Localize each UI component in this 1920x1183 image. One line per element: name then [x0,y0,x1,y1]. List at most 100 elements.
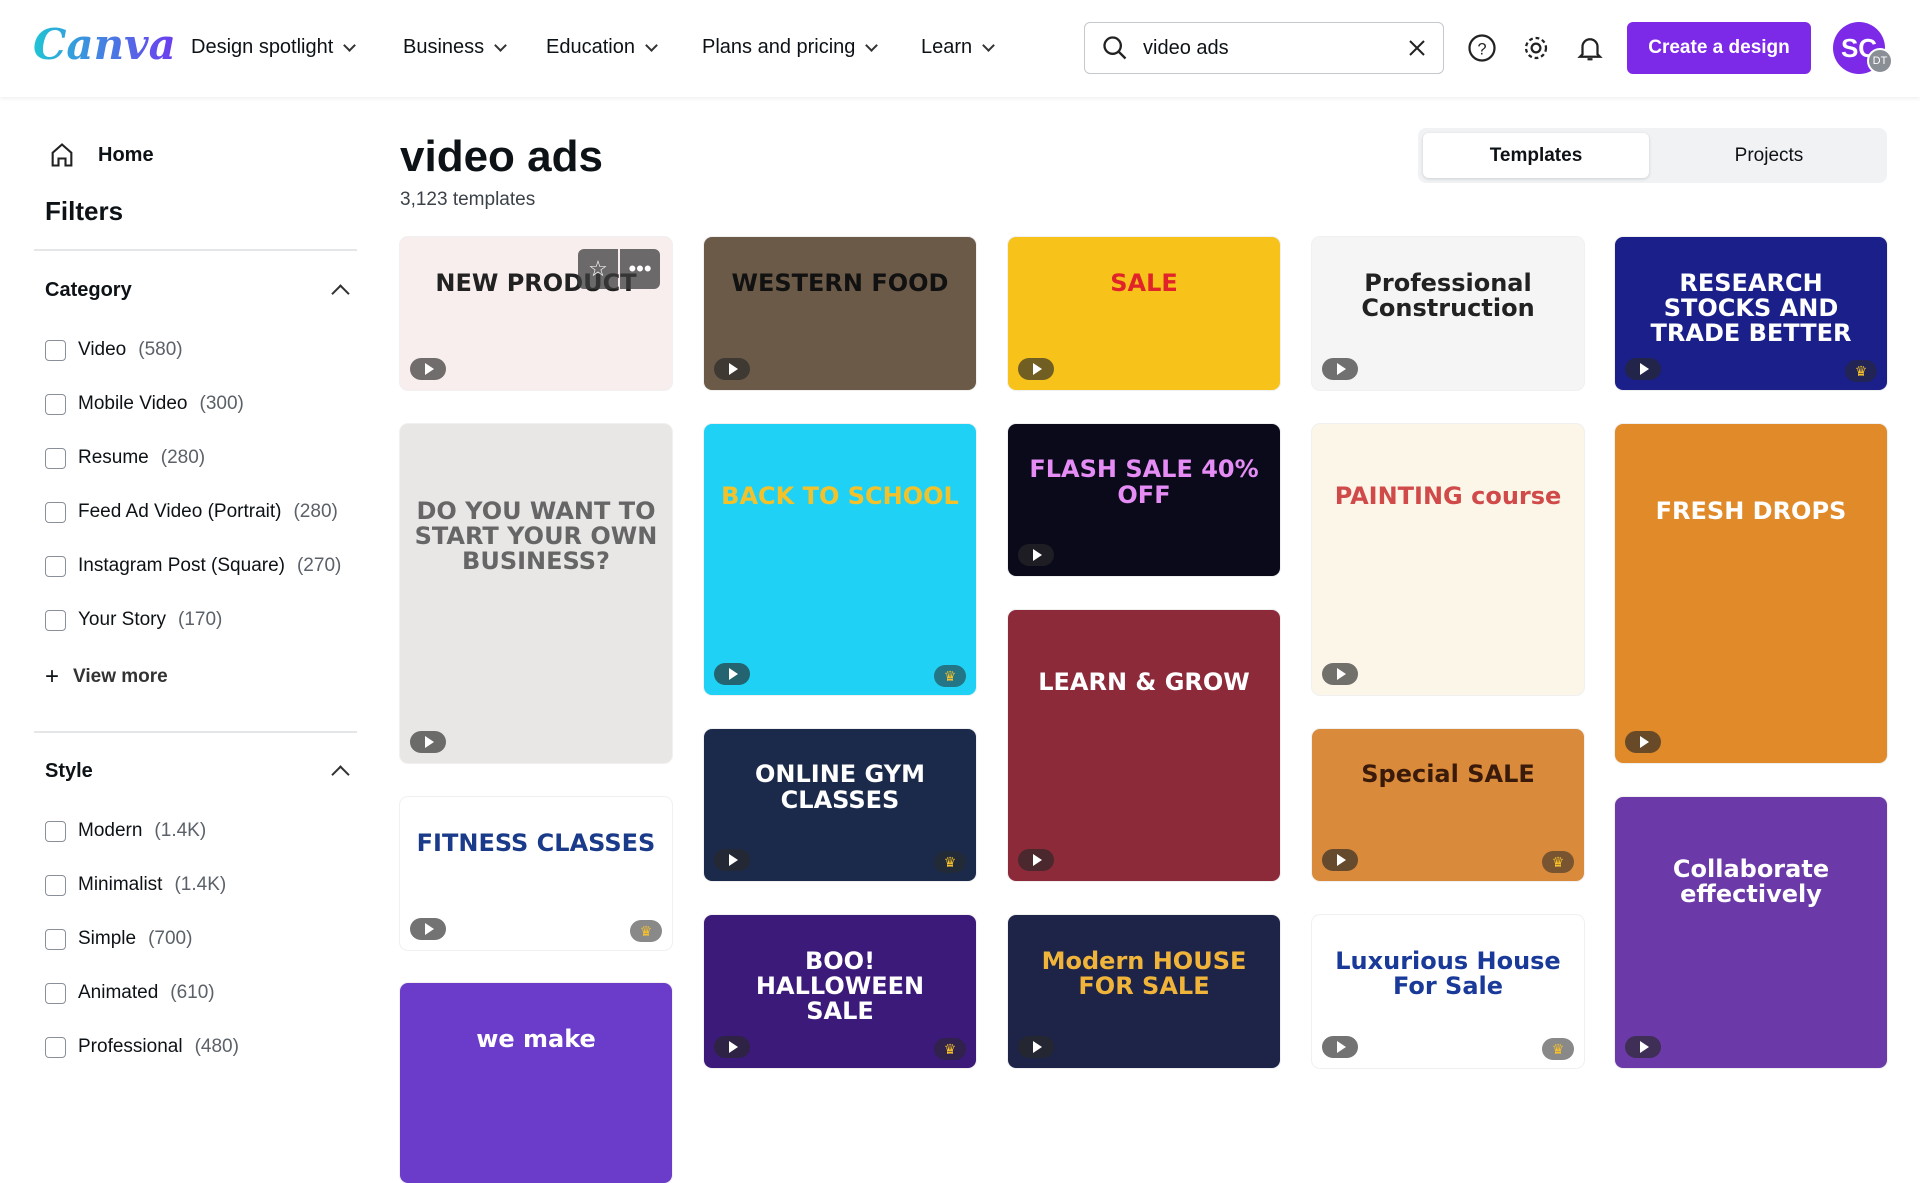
template-headline: Modern HOUSE FOR SALE [1041,946,1247,1000]
checkbox[interactable] [45,447,66,469]
checkbox[interactable] [45,1036,66,1058]
video-play-icon [1018,544,1054,566]
style-section-toggle[interactable]: Style [45,760,357,784]
star-favorite-icon[interactable]: ☆ [578,249,618,289]
template-card[interactable]: RESEARCH STOCKS AND TRADE BETTER ♛ [1615,237,1887,390]
template-headline: Collaborate effectively [1672,854,1830,908]
video-play-icon [410,918,446,940]
filter-option[interactable]: Animated (610) [45,982,215,1004]
tab-templates[interactable]: Templates [1423,133,1649,178]
filter-count: (280) [160,447,206,468]
create-design-button[interactable]: Create a design [1627,22,1811,74]
filter-option[interactable]: Feed Ad Video (Portrait) (280) [45,501,338,523]
template-card[interactable]: DO YOU WANT TO START YOUR OWN BUSINESS? [400,424,672,763]
filter-label: Mobile Video [78,393,188,414]
filter-option[interactable]: Your Story (170) [45,609,222,631]
filter-label: Simple [78,928,137,949]
nav-plans-pricing[interactable]: Plans and pricing [702,36,879,59]
checkbox[interactable] [45,555,66,577]
template-headline: BOO! HALLOWEEN SALE [755,946,925,1026]
template-card[interactable]: Special SALE ♛ [1312,729,1584,881]
template-headline: Special SALE [1361,760,1535,789]
filter-count: (270) [296,555,342,576]
video-play-icon [714,358,750,380]
template-card[interactable]: Professional Construction [1312,237,1584,390]
settings-gear-icon[interactable] [1518,30,1554,66]
template-card[interactable]: BOO! HALLOWEEN SALE ♛ [704,915,976,1068]
template-card[interactable]: BACK TO SCHOOL ♛ [704,424,976,695]
template-card[interactable]: NEW PRODUCT ☆ ••• [400,237,672,390]
divider [34,249,357,251]
template-card[interactable]: we make [400,983,672,1183]
filter-count: (280) [293,501,338,522]
filter-option[interactable]: Modern (1.4K) [45,820,206,842]
chevron-up-icon [331,284,350,303]
template-card[interactable]: FLASH SALE 40% OFF [1008,424,1280,576]
template-card[interactable]: Modern HOUSE FOR SALE [1008,915,1280,1068]
video-play-icon [1625,1036,1661,1058]
nav-business[interactable]: Business [403,36,508,59]
template-card[interactable]: FRESH DROPS [1615,424,1887,763]
template-headline: we make [476,1025,596,1053]
video-play-icon [1018,1036,1054,1058]
filter-option[interactable]: Mobile Video (300) [45,393,244,415]
more-options-icon[interactable]: ••• [620,249,660,289]
nav-learn[interactable]: Learn [921,36,996,59]
notifications-bell-icon[interactable] [1572,30,1608,66]
video-play-icon [410,358,446,380]
filter-option[interactable]: Simple (700) [45,928,192,950]
template-card[interactable]: WESTERN FOOD [704,237,976,390]
category-section-toggle[interactable]: Category [45,279,357,303]
filter-option[interactable]: Minimalist (1.4K) [45,874,226,896]
results-tabs: Templates Projects [1418,128,1887,183]
checkbox[interactable] [45,339,66,361]
template-card[interactable]: SALE [1008,237,1280,390]
page-title: video ads [400,132,603,181]
search-box [1084,22,1444,74]
sidebar-home[interactable]: Home [48,141,154,169]
filter-count: (610) [170,982,215,1003]
search-input[interactable] [1143,36,1383,60]
template-card[interactable]: LEARN & GROW [1008,610,1280,881]
video-play-icon [410,731,446,753]
nav-label: Education [546,36,635,58]
template-card[interactable]: Collaborate effectively [1615,797,1887,1068]
checkbox[interactable] [45,501,66,523]
view-more-link[interactable]: + View more [45,663,168,691]
nav-design-spotlight[interactable]: Design spotlight [191,36,357,59]
nav-education[interactable]: Education [546,36,658,59]
video-play-icon [1625,358,1661,380]
template-headline: WESTERN FOOD [731,268,949,297]
template-card[interactable]: FITNESS CLASSES ♛ [400,797,672,950]
premium-crown-icon: ♛ [934,1038,966,1060]
canva-logo[interactable]: Canva [33,20,176,69]
tab-projects[interactable]: Projects [1656,133,1882,178]
checkbox[interactable] [45,820,66,842]
template-card[interactable]: Luxurious House For Sale ♛ [1312,915,1584,1068]
filter-label: Modern [78,820,143,841]
filter-label: Feed Ad Video (Portrait) [78,501,282,522]
home-icon [51,143,73,167]
filter-count: (300) [199,393,244,414]
team-avatar[interactable]: DT [1867,48,1893,74]
results-count: 3,123 templates [400,189,536,210]
video-play-icon [1322,663,1358,685]
help-icon[interactable]: ? [1464,30,1500,66]
template-headline: PAINTING course [1334,481,1562,510]
home-label: Home [98,143,154,166]
checkbox[interactable] [45,393,66,415]
premium-crown-icon: ♛ [1542,1038,1574,1060]
filter-option[interactable]: Video (580) [45,339,183,361]
category-heading: Category [45,279,132,301]
checkbox[interactable] [45,609,66,631]
clear-search-icon[interactable] [1405,36,1429,60]
filter-option[interactable]: Resume (280) [45,447,205,469]
checkbox[interactable] [45,982,66,1004]
filter-option[interactable]: Instagram Post (Square) (270) [45,555,341,577]
template-card[interactable]: ONLINE GYM CLASSES ♛ [704,729,976,881]
filter-label: Instagram Post (Square) [78,555,285,576]
checkbox[interactable] [45,874,66,896]
checkbox[interactable] [45,928,66,950]
filter-option[interactable]: Professional (480) [45,1036,239,1058]
template-card[interactable]: PAINTING course [1312,424,1584,695]
